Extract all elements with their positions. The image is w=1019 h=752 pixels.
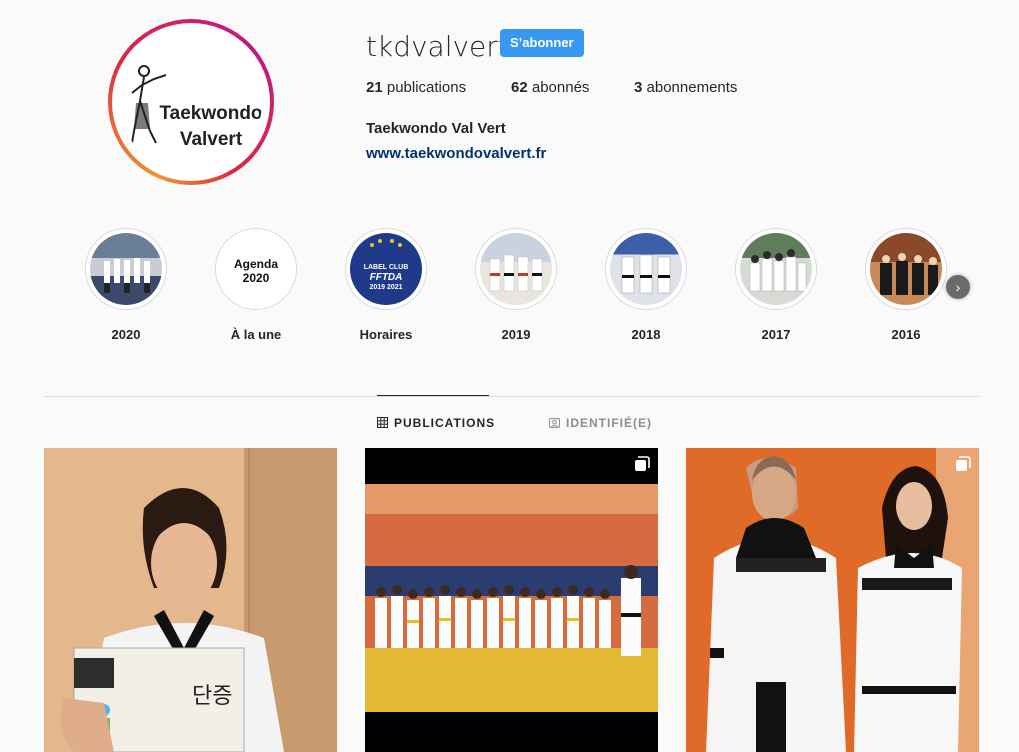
highlight-label: 2019	[501, 327, 531, 342]
post-image-group-photo	[365, 448, 658, 752]
logo-text-line2: Valvert	[179, 129, 243, 150]
highlight-2020[interactable]: 2020	[84, 228, 168, 342]
following-label: abonnements	[646, 79, 738, 96]
post-image-athlete-with-book: 단증	[44, 448, 337, 752]
profile-website-link[interactable]: www.taekwondovalvert.fr	[366, 145, 546, 162]
carousel-icon	[956, 456, 971, 471]
publications-stat: 21 publications	[366, 79, 466, 96]
logo-text-line1: Taekwondo	[159, 103, 262, 124]
post-thumbnail-2[interactable]	[365, 448, 658, 752]
tab-tagged-label: IDENTIFIÉ(E)	[566, 416, 652, 430]
following-stat[interactable]: 3 abonnements	[634, 79, 737, 96]
publications-count: 21	[366, 79, 383, 96]
highlight-horaires[interactable]: LABEL CLUB FFTDA 2019 2021 Horaires	[344, 228, 428, 342]
follow-button[interactable]: S’abonner	[500, 29, 584, 57]
post-thumbnail-3[interactable]	[686, 448, 979, 752]
highlight-2018[interactable]: 2018	[604, 228, 688, 342]
post-thumbnail-1[interactable]: 단증	[44, 448, 337, 752]
highlight-label: 2016	[891, 327, 921, 342]
tagged-user-icon	[549, 418, 560, 428]
highlight-cover-image	[90, 233, 162, 305]
highlight-a-la-une[interactable]: Agenda 2020 À la une	[214, 228, 298, 342]
carousel-icon	[635, 456, 650, 471]
tab-publications[interactable]: PUBLICATIONS	[377, 416, 495, 430]
grid-icon	[377, 417, 388, 428]
highlight-label: 2017	[761, 327, 791, 342]
followers-stat[interactable]: 62 abonnés	[511, 79, 589, 96]
followers-count: 62	[511, 79, 528, 96]
club-logo: Taekwondo Valvert	[120, 31, 262, 173]
profile-header: Taekwondo Valvert tkdvalvert S’abonner 2…	[0, 0, 1019, 200]
highlight-cover-image	[480, 233, 552, 305]
agenda-cover-line1: Agenda	[233, 257, 278, 271]
followers-label: abonnés	[531, 79, 590, 96]
profile-full-name: Taekwondo Val Vert	[366, 120, 506, 137]
fighter-silhouette-icon	[131, 65, 167, 144]
profile-avatar[interactable]: Taekwondo Valvert	[108, 19, 274, 185]
highlight-cover-image	[610, 233, 682, 305]
highlight-label: 2018	[631, 327, 661, 342]
label-years-text: 2019 2021	[369, 284, 403, 291]
highlights-next-chevron-icon[interactable]: ›	[946, 275, 970, 299]
highlight-cover-image	[870, 233, 942, 305]
highlight-2016[interactable]: 2016	[864, 228, 948, 342]
highlight-label: Horaires	[359, 327, 413, 342]
fftda-text: FFTDA	[369, 272, 403, 283]
highlight-cover-image	[740, 233, 812, 305]
tab-publications-label: PUBLICATIONS	[394, 416, 496, 430]
profile-username: tkdvalvert	[366, 30, 509, 63]
post-image-instructor-and-student	[686, 448, 979, 752]
highlight-label: 2020	[111, 327, 141, 342]
svg-text:단증: 단증	[192, 684, 232, 709]
following-count: 3	[634, 79, 643, 96]
highlight-label: À la une	[230, 327, 282, 342]
highlight-cover-agenda: Agenda 2020	[220, 233, 292, 305]
highlight-2017[interactable]: 2017	[734, 228, 818, 342]
publications-label: publications	[386, 79, 467, 96]
tabs-divider	[44, 396, 979, 397]
active-tab-indicator	[377, 395, 489, 396]
highlight-2019[interactable]: 2019	[474, 228, 558, 342]
highlight-cover-label-club: LABEL CLUB FFTDA 2019 2021	[350, 233, 422, 305]
tab-tagged[interactable]: IDENTIFIÉ(E)	[549, 416, 652, 430]
agenda-cover-line2: 2020	[242, 271, 270, 285]
